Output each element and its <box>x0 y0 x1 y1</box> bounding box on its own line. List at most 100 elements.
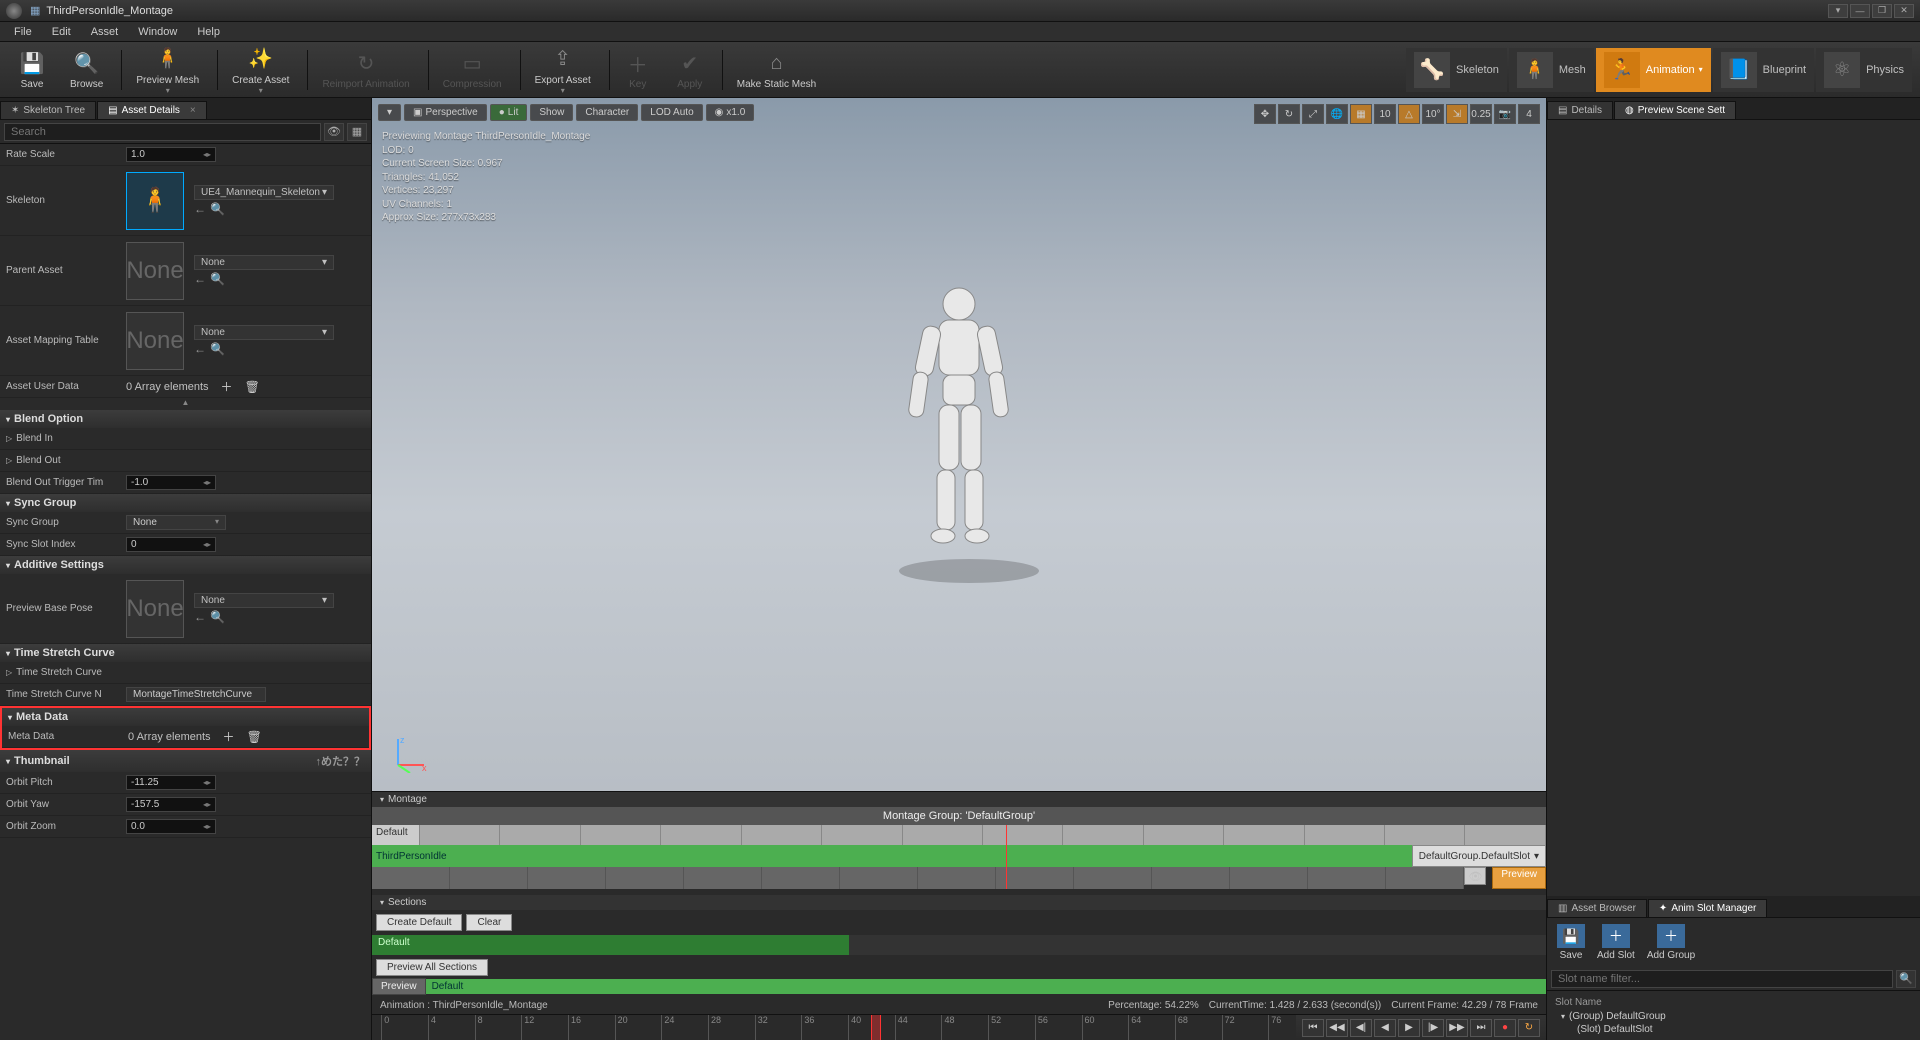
browse-button[interactable]: 🔍Browse <box>60 45 113 94</box>
notify-track[interactable] <box>372 867 1464 889</box>
loop-button[interactable]: ↻ <box>1518 1019 1540 1037</box>
section-default-bar[interactable]: Default <box>372 935 849 955</box>
window-dropdown-button[interactable]: ▾ <box>1828 4 1848 18</box>
clear-metadata-icon[interactable]: 🗑 <box>247 730 262 744</box>
minimize-button[interactable]: — <box>1850 4 1870 18</box>
menu-window[interactable]: Window <box>128 24 187 40</box>
use-selected-icon[interactable]: ← <box>194 342 206 356</box>
add-slot-button[interactable]: ＋Add Slot <box>1597 924 1635 961</box>
preview-mesh-button[interactable]: 🧍Preview Mesh▾ <box>126 41 209 99</box>
create-default-button[interactable]: Create Default <box>376 914 462 931</box>
show-button[interactable]: Show <box>530 104 573 121</box>
preview-section-button[interactable]: Preview <box>372 978 426 995</box>
stretch-curve-name-input[interactable]: MontageTimeStretchCurve <box>126 687 266 702</box>
slot-filter-input[interactable] <box>1551 970 1893 988</box>
orbit-zoom-input[interactable]: 0.0◂▸ <box>126 819 216 834</box>
mode-skeleton[interactable]: 🦴Skeleton <box>1406 48 1507 92</box>
transform-move-icon[interactable]: ✥ <box>1254 104 1276 124</box>
angle-snap-value[interactable]: 10° <box>1422 104 1444 124</box>
add-array-icon[interactable]: ＋ <box>221 378 233 395</box>
menu-help[interactable]: Help <box>187 24 230 40</box>
skeleton-thumbnail[interactable]: 🧍 <box>126 172 184 230</box>
viewport-options-button[interactable]: ▾ <box>378 104 401 121</box>
browse-to-icon[interactable]: 🔍 <box>210 272 225 286</box>
menu-edit[interactable]: Edit <box>42 24 81 40</box>
basepose-ref-dropdown[interactable]: None▾ <box>194 593 334 608</box>
playhead-icon[interactable] <box>1006 825 1007 889</box>
montage-header[interactable]: ▾Montage <box>372 792 1546 807</box>
maximize-button[interactable]: ❐ <box>1872 4 1892 18</box>
browse-to-icon[interactable]: 🔍 <box>210 610 225 624</box>
category-thumbnail[interactable]: ▾Thumbnail↑めた？？ <box>0 750 371 772</box>
mapping-ref-dropdown[interactable]: None▾ <box>194 325 334 340</box>
eye-filter-button[interactable]: 👁 <box>324 123 344 141</box>
tab-skeleton-tree[interactable]: ✶Skeleton Tree <box>0 101 96 119</box>
browse-to-icon[interactable]: 🔍 <box>210 342 225 356</box>
preview-button[interactable]: Preview <box>1492 867 1546 889</box>
slot-save-button[interactable]: 💾Save <box>1557 924 1585 961</box>
transform-rotate-icon[interactable]: ↻ <box>1278 104 1300 124</box>
angle-snap-button[interactable]: △ <box>1398 104 1420 124</box>
orbit-pitch-input[interactable]: -11.25◂▸ <box>126 775 216 790</box>
menu-asset[interactable]: Asset <box>81 24 129 40</box>
parent-thumbnail[interactable]: None <box>126 242 184 300</box>
category-additive[interactable]: ▾Additive Settings <box>0 556 371 574</box>
grid-snap-value[interactable]: 10 <box>1374 104 1396 124</box>
collapse-icon[interactable]: ▲ <box>0 398 371 410</box>
sync-group-dropdown[interactable]: None▾ <box>126 515 226 530</box>
browse-to-icon[interactable]: 🔍 <box>210 202 225 216</box>
reverse-play-button[interactable]: ◀ <box>1374 1019 1396 1037</box>
basepose-thumbnail[interactable]: None <box>126 580 184 638</box>
perspective-button[interactable]: ▣ Perspective <box>404 104 487 121</box>
play-button[interactable]: ▶ <box>1398 1019 1420 1037</box>
camera-speed-icon[interactable]: 📷 <box>1494 104 1516 124</box>
lod-button[interactable]: LOD Auto <box>641 104 702 121</box>
animation-clip[interactable]: ThirdPersonIdle <box>372 845 1412 867</box>
create-asset-button[interactable]: ✨Create Asset▾ <box>222 41 299 99</box>
prev-frame-button[interactable]: ◀| <box>1350 1019 1372 1037</box>
orbit-yaw-input[interactable]: -157.5◂▸ <box>126 797 216 812</box>
search-icon[interactable]: 🔍 <box>1896 970 1916 988</box>
parent-ref-dropdown[interactable]: None▾ <box>194 255 334 270</box>
lit-button[interactable]: ● Lit <box>490 104 528 121</box>
grid-snap-button[interactable]: ▦ <box>1350 104 1372 124</box>
blend-out-trigger-input[interactable]: -1.0◂▸ <box>126 475 216 490</box>
scale-snap-value[interactable]: 0.25 <box>1470 104 1492 124</box>
tab-asset-browser[interactable]: ▥Asset Browser <box>1547 899 1647 917</box>
ruler-playhead[interactable] <box>871 1015 881 1040</box>
slot-node[interactable]: (Slot) DefaultSlot <box>1555 1023 1912 1036</box>
mode-mesh[interactable]: 🧍Mesh <box>1509 48 1594 92</box>
use-selected-icon[interactable]: ← <box>194 202 206 216</box>
tab-details-right[interactable]: ▤Details <box>1547 101 1613 119</box>
frame-ruler[interactable]: 0481216202428323640444852566064687276 <box>372 1015 1296 1040</box>
sync-slot-index-input[interactable]: 0◂▸ <box>126 537 216 552</box>
timeline-track[interactable] <box>420 825 1546 845</box>
search-input[interactable] <box>4 123 321 141</box>
category-sync[interactable]: ▾Sync Group <box>0 494 371 512</box>
character-button[interactable]: Character <box>576 104 638 121</box>
add-group-button[interactable]: ＋Add Group <box>1647 924 1695 961</box>
grid-options-button[interactable]: ▦ <box>347 123 367 141</box>
mode-physics[interactable]: ⚛Physics <box>1816 48 1912 92</box>
save-button[interactable]: 💾Save <box>8 45 56 94</box>
tab-preview-scene[interactable]: ◍Preview Scene Sett <box>1614 101 1736 119</box>
playback-speed-button[interactable]: ◉ x1.0 <box>706 104 755 121</box>
transform-scale-icon[interactable]: ⤢ <box>1302 104 1324 124</box>
preview-eye-icon[interactable]: 👁 <box>1464 867 1486 885</box>
add-metadata-icon[interactable]: ＋ <box>223 728 235 745</box>
viewport[interactable]: ▾ ▣ Perspective ● Lit Show Character LOD… <box>372 98 1546 791</box>
camera-speed-value[interactable]: 4 <box>1518 104 1540 124</box>
preview-all-button[interactable]: Preview All Sections <box>376 959 488 976</box>
sections-header[interactable]: ▾Sections <box>372 895 1546 910</box>
export-asset-button[interactable]: ⇪Export Asset▾ <box>525 41 601 99</box>
close-icon[interactable]: × <box>190 105 196 116</box>
step-fwd-button[interactable]: ▶▶ <box>1446 1019 1468 1037</box>
world-local-icon[interactable]: 🌐 <box>1326 104 1348 124</box>
section-marker[interactable]: Default <box>372 825 420 845</box>
slot-dropdown[interactable]: DefaultGroup.DefaultSlot▾ <box>1412 845 1546 867</box>
close-button[interactable]: ✕ <box>1894 4 1914 18</box>
use-selected-icon[interactable]: ← <box>194 610 206 624</box>
category-stretch[interactable]: ▾Time Stretch Curve <box>0 644 371 662</box>
slot-group-node[interactable]: ▾(Group) DefaultGroup <box>1555 1010 1912 1023</box>
scale-snap-button[interactable]: ⇲ <box>1446 104 1468 124</box>
